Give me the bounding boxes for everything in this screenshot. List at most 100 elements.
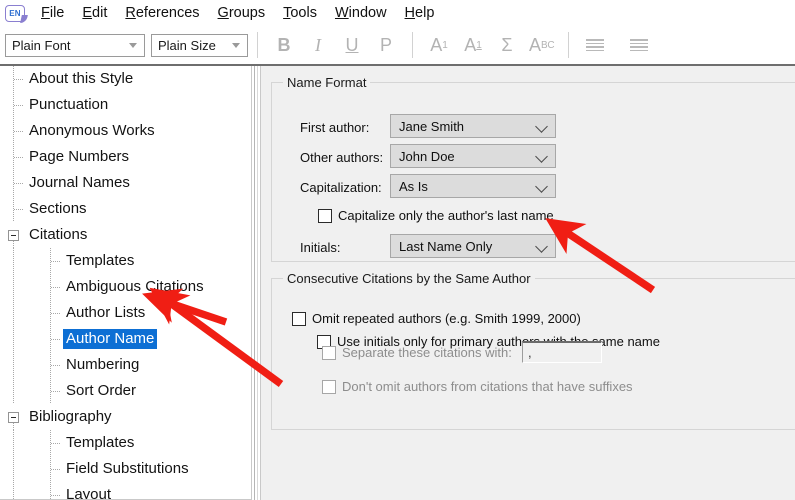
align-center-button[interactable]: [622, 32, 656, 58]
other-authors-select[interactable]: John Doe: [390, 144, 556, 168]
capitalize-last-name-row[interactable]: Capitalize only the author's last name: [318, 208, 554, 223]
tree-guide: [13, 241, 14, 248]
tree-item-about-this-style[interactable]: About this Style: [0, 66, 251, 92]
tree-item-ambiguous-citations[interactable]: Ambiguous Citations: [0, 274, 251, 300]
menu-help-mnemonic: H: [404, 5, 416, 21]
tree-elbow: [51, 469, 60, 470]
name-format-title: Name Format: [283, 75, 371, 90]
menu-groups-mnemonic: G: [217, 5, 229, 21]
change-case-button[interactable]: A BC: [524, 32, 559, 58]
initials-value: Last Name Only: [399, 238, 493, 254]
menu-item-references[interactable]: References: [116, 3, 208, 23]
consecutive-citations-title: Consecutive Citations by the Same Author: [283, 271, 535, 286]
other-authors-value: John Doe: [399, 148, 455, 164]
initials-label: Initials:: [300, 240, 341, 255]
tree-item-label: Punctuation: [29, 96, 109, 113]
dont-omit-suffixes-row[interactable]: Don't omit authors from citations that h…: [322, 379, 633, 394]
tree-elbow: [14, 157, 23, 158]
first-author-label: First author:: [300, 120, 370, 135]
tree-item-label: About this Style: [29, 70, 134, 87]
symbol-button[interactable]: Σ: [490, 32, 524, 58]
tree-elbow: [14, 105, 23, 106]
tree-item-author-name[interactable]: Author Name: [0, 326, 251, 352]
tree-item-label: Sections: [29, 200, 87, 217]
consecutive-citations-group: Consecutive Citations by the Same Author…: [271, 271, 795, 430]
style-sections-tree[interactable]: About this Style Punctuation Anonymous W…: [0, 66, 252, 500]
menu-item-window[interactable]: Window: [326, 3, 396, 23]
dont-omit-suffixes-checkbox[interactable]: [322, 379, 336, 394]
chevron-down-icon: [535, 120, 548, 133]
menu-item-tools[interactable]: Tools: [274, 3, 326, 23]
toolbar-separator: [412, 32, 413, 58]
tree-item-label: Sort Order: [66, 382, 137, 399]
menu-references-mnemonic: R: [125, 5, 136, 21]
menu-item-groups[interactable]: Groups: [209, 3, 275, 23]
capitalization-label: Capitalization:: [300, 180, 382, 195]
capitalize-last-name-checkbox[interactable]: [318, 208, 332, 223]
tree-item-label: Author Name: [63, 329, 158, 349]
chevron-down-icon: [535, 240, 548, 253]
tree-item-bibliography[interactable]: Bibliography: [0, 404, 251, 430]
omit-repeated-checkbox[interactable]: [292, 311, 306, 326]
tree-elbow: [51, 391, 60, 392]
menu-item-help[interactable]: Help: [396, 3, 444, 23]
tree-elbow: [51, 261, 60, 262]
endnote-logo-text: EN: [9, 8, 21, 18]
separator-input[interactable]: ,: [522, 341, 602, 363]
menu-edit-rest: dit: [92, 5, 108, 21]
author-name-settings-panel: Name Format First author: Jane Smith Oth…: [260, 66, 795, 500]
tree-item-label: Templates: [66, 252, 135, 269]
omit-repeated-row[interactable]: Omit repeated authors (e.g. Smith 1999, …: [292, 311, 581, 326]
plain-button[interactable]: P: [369, 32, 403, 58]
font-combo[interactable]: Plain Font: [5, 33, 145, 57]
tree-item-page-numbers[interactable]: Page Numbers: [0, 144, 251, 170]
bold-button[interactable]: B: [267, 32, 301, 58]
toolbar-separator: [568, 32, 570, 58]
tree-elbow: [14, 209, 23, 210]
font-combo-value: Plain Font: [12, 37, 71, 53]
menu-references-rest: eferences: [135, 5, 200, 21]
tree-item-label: Layout: [66, 486, 112, 500]
first-author-select[interactable]: Jane Smith: [390, 114, 556, 138]
formatting-toolbar: Plain Font Plain Size B I U P A1 A1 Σ AB…: [0, 26, 795, 66]
tree-item-punctuation[interactable]: Punctuation: [0, 92, 251, 118]
tree-item-label: Bibliography: [29, 408, 112, 425]
menu-edit-mnemonic: E: [82, 5, 93, 21]
first-author-value: Jane Smith: [399, 118, 465, 134]
superscript-mark: 1: [442, 39, 448, 51]
tree-item-label: Templates: [66, 434, 135, 451]
panel-splitter[interactable]: [252, 66, 260, 500]
collapse-minus-icon[interactable]: [8, 412, 19, 423]
initials-select[interactable]: Last Name Only: [390, 234, 556, 258]
menu-window-rest: indow: [348, 5, 387, 21]
align-left-button[interactable]: [578, 32, 612, 58]
subscript-mark: 1: [476, 39, 482, 51]
tree-item-numbering[interactable]: Numbering: [0, 352, 251, 378]
separate-citations-row[interactable]: Separate these citations with:: [322, 345, 512, 360]
tree-item-bibliography-templates[interactable]: Templates: [0, 430, 251, 456]
tree-item-sections[interactable]: Sections: [0, 196, 251, 222]
tree-item-journal-names[interactable]: Journal Names: [0, 170, 251, 196]
separate-citations-checkbox[interactable]: [322, 345, 336, 360]
subscript-button[interactable]: A1: [456, 32, 490, 58]
tree-item-label: Anonymous Works: [29, 122, 155, 139]
underline-button[interactable]: U: [335, 32, 369, 58]
menu-file-mnemonic: F: [41, 5, 50, 21]
menu-item-file[interactable]: File: [32, 3, 73, 23]
italic-button[interactable]: I: [301, 32, 335, 58]
tree-item-citations-sort-order[interactable]: Sort Order: [0, 378, 251, 404]
subscript-base: A: [464, 34, 477, 55]
capitalization-select[interactable]: As Is: [390, 174, 556, 198]
tree-item-citations-templates[interactable]: Templates: [0, 248, 251, 274]
tree-item-layout[interactable]: Layout: [0, 482, 251, 500]
menu-item-edit[interactable]: Edit: [73, 3, 116, 23]
superscript-button[interactable]: A1: [422, 32, 456, 58]
collapse-minus-icon[interactable]: [8, 230, 19, 241]
tree-item-label: Journal Names: [29, 174, 130, 191]
endnote-logo-icon: EN: [5, 4, 25, 22]
tree-item-field-substitutions[interactable]: Field Substitutions: [0, 456, 251, 482]
size-combo[interactable]: Plain Size: [151, 33, 248, 57]
tree-item-anonymous-works[interactable]: Anonymous Works: [0, 118, 251, 144]
tree-item-citations-author-lists[interactable]: Author Lists: [0, 300, 251, 326]
tree-item-citations[interactable]: Citations: [0, 222, 251, 248]
